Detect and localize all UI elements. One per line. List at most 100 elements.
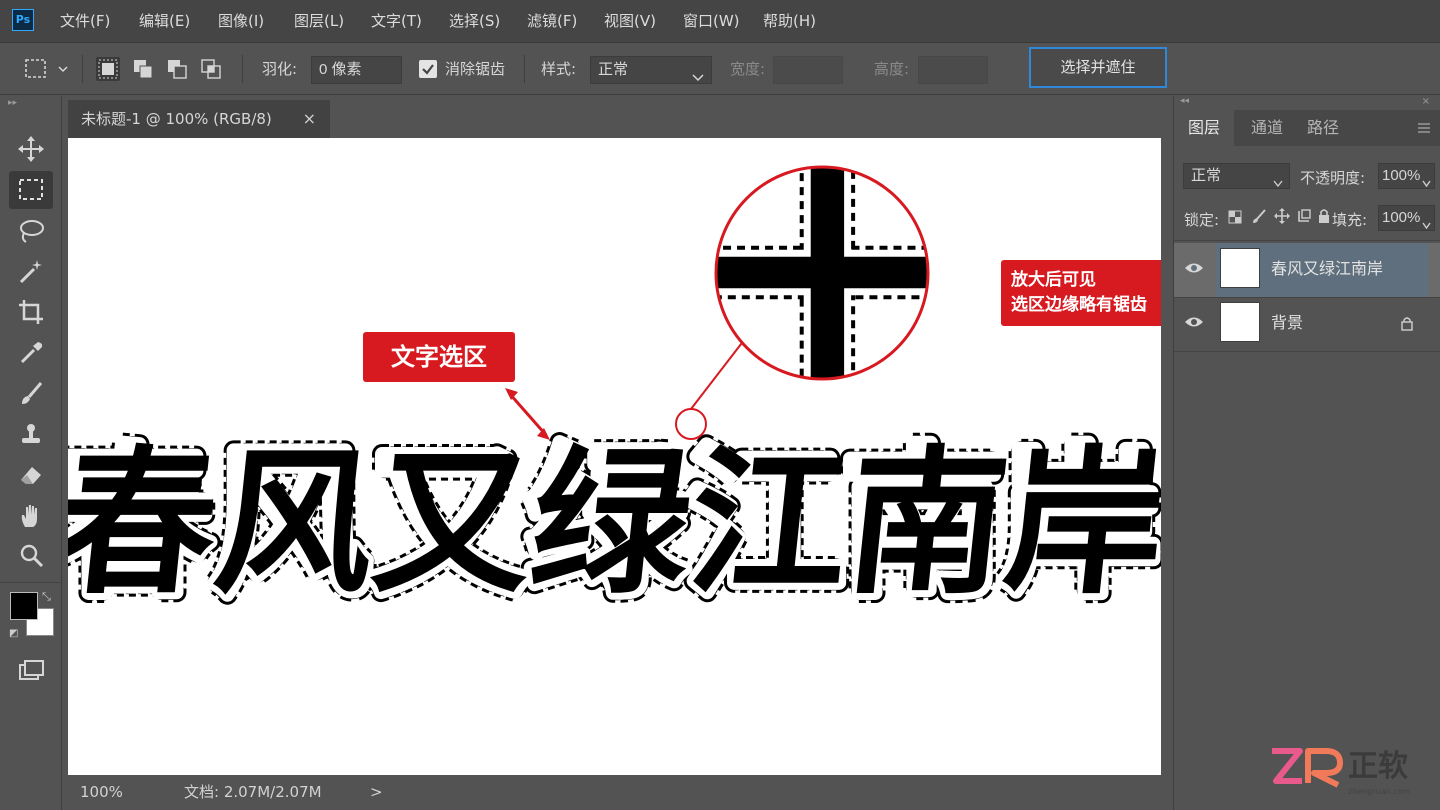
divider bbox=[524, 55, 525, 83]
tools-panel: ▸▸ ⤡ ◩ bbox=[0, 96, 62, 810]
new-selection-icon[interactable] bbox=[96, 57, 120, 81]
fill-label: 填充: bbox=[1332, 211, 1368, 229]
divider bbox=[0, 582, 62, 583]
brand-watermark: 正软 zhengruan.com bbox=[1268, 745, 1438, 807]
blend-mode-dropdown[interactable]: 正常 bbox=[1183, 163, 1290, 189]
menu-file[interactable]: 文件(F) bbox=[60, 0, 110, 43]
document-canvas[interactable]: 春风又绿江南岸 春风又绿江南岸 春风又绿江南岸 士 士 士 文字选区 放大后可见… bbox=[68, 138, 1161, 775]
watermark-url: zhengruan.com bbox=[1348, 787, 1411, 796]
calligraphy-text: 春风又绿江南岸 bbox=[68, 430, 1161, 615]
layers-panel: ◂◂ × 图层 通道 路径 正常 不透明度: 100% 锁定: 填充: 100% bbox=[1173, 96, 1440, 810]
swap-colors-icon[interactable]: ⤡ bbox=[42, 590, 51, 604]
foreground-color-swatch[interactable] bbox=[10, 592, 38, 620]
options-bar: 羽化: 0 像素 消除锯齿 样式: 正常 宽度: 高度: 选择并遮住 bbox=[0, 43, 1440, 95]
select-and-mask-button[interactable]: 选择并遮住 bbox=[1029, 47, 1167, 88]
zoom-callout: 放大后可见 选区边缘略有锯齿 bbox=[1001, 260, 1161, 326]
lock-icon bbox=[1401, 316, 1413, 335]
zoom-callout-line2: 选区边缘略有锯齿 bbox=[1011, 295, 1147, 315]
zoom-tool-icon[interactable] bbox=[9, 537, 53, 575]
chevron-down-icon bbox=[1273, 172, 1283, 196]
close-icon[interactable]: × bbox=[303, 100, 316, 138]
clone-stamp-tool-icon[interactable] bbox=[9, 416, 53, 454]
menu-window[interactable]: 窗口(W) bbox=[683, 0, 740, 43]
tab-channels[interactable]: 通道 bbox=[1236, 110, 1298, 146]
chevron-down-icon bbox=[692, 66, 704, 92]
layer-thumbnail bbox=[1220, 302, 1260, 342]
layer-body[interactable]: 春风又绿江南岸 bbox=[1216, 243, 1428, 297]
antialias-checkbox[interactable] bbox=[419, 60, 437, 78]
collapse-panel-icon[interactable]: ▸▸ bbox=[8, 98, 17, 108]
layer-thumbnail bbox=[1220, 248, 1260, 288]
chevron-down-icon bbox=[1422, 214, 1431, 238]
menu-layer[interactable]: 图层(L) bbox=[294, 0, 344, 43]
default-colors-icon[interactable]: ◩ bbox=[9, 628, 18, 639]
layer-row-background[interactable]: 背景 bbox=[1174, 297, 1440, 351]
visibility-eye-icon[interactable] bbox=[1184, 314, 1204, 333]
zoom-connector-line bbox=[690, 334, 749, 410]
opacity-label: 不透明度: bbox=[1300, 169, 1366, 187]
move-tool-icon[interactable] bbox=[9, 130, 53, 168]
rect-marquee-preset-icon[interactable] bbox=[24, 57, 48, 81]
collapse-panel-icon[interactable]: ◂◂ bbox=[1180, 96, 1189, 106]
add-to-selection-icon[interactable] bbox=[131, 57, 155, 81]
style-dropdown[interactable]: 正常 bbox=[590, 56, 712, 84]
lock-all-icon[interactable] bbox=[1317, 208, 1331, 228]
canvas-artwork: 春风又绿江南岸 春风又绿江南岸 春风又绿江南岸 士 士 士 bbox=[68, 165, 1161, 626]
layer-row-text[interactable]: 春风又绿江南岸 bbox=[1174, 243, 1440, 297]
hand-tool-icon[interactable] bbox=[9, 497, 53, 535]
intersect-selection-icon[interactable] bbox=[199, 57, 223, 81]
menu-select[interactable]: 选择(S) bbox=[449, 0, 500, 43]
lock-transparent-pixels-icon[interactable] bbox=[1228, 209, 1242, 228]
lock-label: 锁定: bbox=[1184, 211, 1220, 229]
zoom-level[interactable]: 100% bbox=[80, 775, 123, 810]
visibility-eye-icon[interactable] bbox=[1184, 260, 1204, 279]
menu-view[interactable]: 视图(V) bbox=[604, 0, 656, 43]
layer-body[interactable]: 背景 bbox=[1216, 297, 1428, 351]
preset-dropdown-chevron-icon[interactable] bbox=[56, 57, 70, 81]
selection-callout: 文字选区 bbox=[363, 332, 515, 382]
panel-tab-bar: 图层 通道 路径 bbox=[1174, 110, 1440, 146]
panel-menu-icon[interactable] bbox=[1417, 120, 1431, 134]
menu-filter[interactable]: 滤镜(F) bbox=[527, 0, 577, 43]
menu-edit[interactable]: 编辑(E) bbox=[139, 0, 190, 43]
status-menu-arrow-icon[interactable]: > bbox=[370, 775, 383, 810]
fill-input[interactable]: 100% bbox=[1378, 205, 1435, 231]
style-label: 样式: bbox=[541, 60, 577, 78]
quick-mask-screen-mode-icon[interactable] bbox=[9, 652, 53, 690]
opacity-value: 100% bbox=[1382, 167, 1421, 184]
height-label: 高度: bbox=[874, 60, 910, 78]
width-label: 宽度: bbox=[730, 60, 766, 78]
double-arrow-icon bbox=[507, 392, 548, 436]
feather-label: 羽化: bbox=[262, 60, 298, 78]
watermark-brand: 正软 bbox=[1348, 749, 1408, 784]
divider bbox=[1174, 240, 1440, 241]
rectangular-marquee-tool-icon[interactable] bbox=[9, 171, 53, 209]
eraser-tool-icon[interactable] bbox=[9, 456, 53, 494]
status-bar: 100% 文档: 2.07M/2.07M > bbox=[68, 775, 1161, 810]
menu-type[interactable]: 文字(T) bbox=[371, 0, 422, 43]
lock-position-icon[interactable] bbox=[1274, 208, 1290, 228]
magic-wand-tool-icon[interactable] bbox=[9, 252, 53, 290]
brush-tool-icon[interactable] bbox=[9, 375, 53, 413]
menu-help[interactable]: 帮助(H) bbox=[763, 0, 816, 43]
lock-image-pixels-icon[interactable] bbox=[1251, 208, 1267, 228]
tab-paths[interactable]: 路径 bbox=[1296, 110, 1350, 146]
zr-logo-icon bbox=[1272, 748, 1343, 788]
zoom-callout-line1: 放大后可见 bbox=[1011, 270, 1096, 290]
eyedropper-tool-icon[interactable] bbox=[9, 334, 53, 372]
blend-mode-value: 正常 bbox=[1191, 167, 1222, 184]
feather-input[interactable]: 0 像素 bbox=[311, 56, 402, 84]
lasso-tool-icon[interactable] bbox=[9, 212, 53, 250]
tab-layers[interactable]: 图层 bbox=[1174, 110, 1234, 146]
menu-image[interactable]: 图像(I) bbox=[218, 0, 264, 43]
document-tab[interactable]: 未标题-1 @ 100% (RGB/8) × bbox=[68, 100, 330, 138]
opacity-input[interactable]: 100% bbox=[1378, 163, 1435, 189]
fill-value: 100% bbox=[1382, 209, 1421, 226]
chevron-down-icon bbox=[1422, 172, 1431, 196]
divider bbox=[1174, 351, 1440, 352]
panel-close-icon[interactable]: × bbox=[1422, 96, 1430, 107]
document-size: 文档: 2.07M/2.07M bbox=[184, 783, 322, 801]
lock-artboard-icon[interactable] bbox=[1296, 208, 1312, 228]
crop-tool-icon[interactable] bbox=[9, 293, 53, 331]
subtract-from-selection-icon[interactable] bbox=[165, 57, 189, 81]
